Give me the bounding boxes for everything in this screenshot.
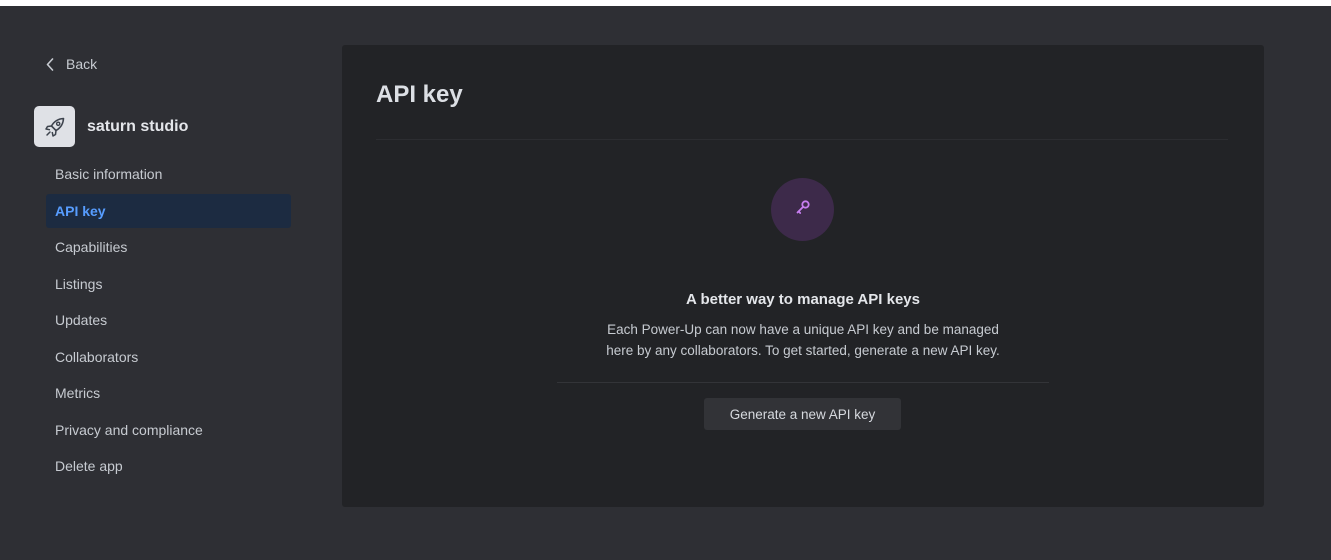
app-window: Back saturn studio Basic information API… bbox=[0, 0, 1331, 560]
sidebar-item-collaborators[interactable]: Collaborators bbox=[46, 340, 291, 374]
back-link[interactable]: Back bbox=[46, 56, 97, 72]
sidebar-item-privacy-and-compliance[interactable]: Privacy and compliance bbox=[46, 413, 291, 447]
sidebar: Back saturn studio Basic information API… bbox=[0, 6, 300, 560]
back-label: Back bbox=[66, 56, 98, 72]
app-header: saturn studio bbox=[34, 106, 188, 147]
main-panel: API key A better way to manage API keys … bbox=[342, 45, 1264, 507]
generate-api-key-button[interactable]: Generate a new API key bbox=[704, 398, 901, 430]
sidebar-item-listings[interactable]: Listings bbox=[46, 267, 291, 301]
chevron-left-icon bbox=[46, 57, 54, 71]
rocket-icon bbox=[34, 106, 75, 147]
sidebar-item-delete-app[interactable]: Delete app bbox=[46, 449, 291, 483]
key-icon-badge bbox=[771, 178, 834, 241]
empty-state-description-line2: here by any collaborators. To get starte… bbox=[606, 343, 1000, 358]
empty-state-description: Each Power-Up can now have a unique API … bbox=[538, 319, 1068, 361]
app-name: saturn studio bbox=[87, 117, 189, 135]
empty-state-heading: A better way to manage API keys bbox=[686, 291, 920, 308]
sidebar-item-capabilities[interactable]: Capabilities bbox=[46, 230, 291, 264]
sidebar-nav: Basic information API key Capabilities L… bbox=[46, 157, 291, 486]
key-icon bbox=[793, 197, 813, 222]
empty-state-description-line1: Each Power-Up can now have a unique API … bbox=[607, 322, 999, 337]
sidebar-item-metrics[interactable]: Metrics bbox=[46, 376, 291, 410]
title-divider bbox=[376, 139, 1228, 140]
empty-state-divider bbox=[557, 382, 1049, 383]
page-title: API key bbox=[376, 81, 463, 108]
sidebar-item-basic-information[interactable]: Basic information bbox=[46, 157, 291, 191]
sidebar-item-api-key[interactable]: API key bbox=[46, 193, 291, 228]
sidebar-item-updates[interactable]: Updates bbox=[46, 303, 291, 337]
